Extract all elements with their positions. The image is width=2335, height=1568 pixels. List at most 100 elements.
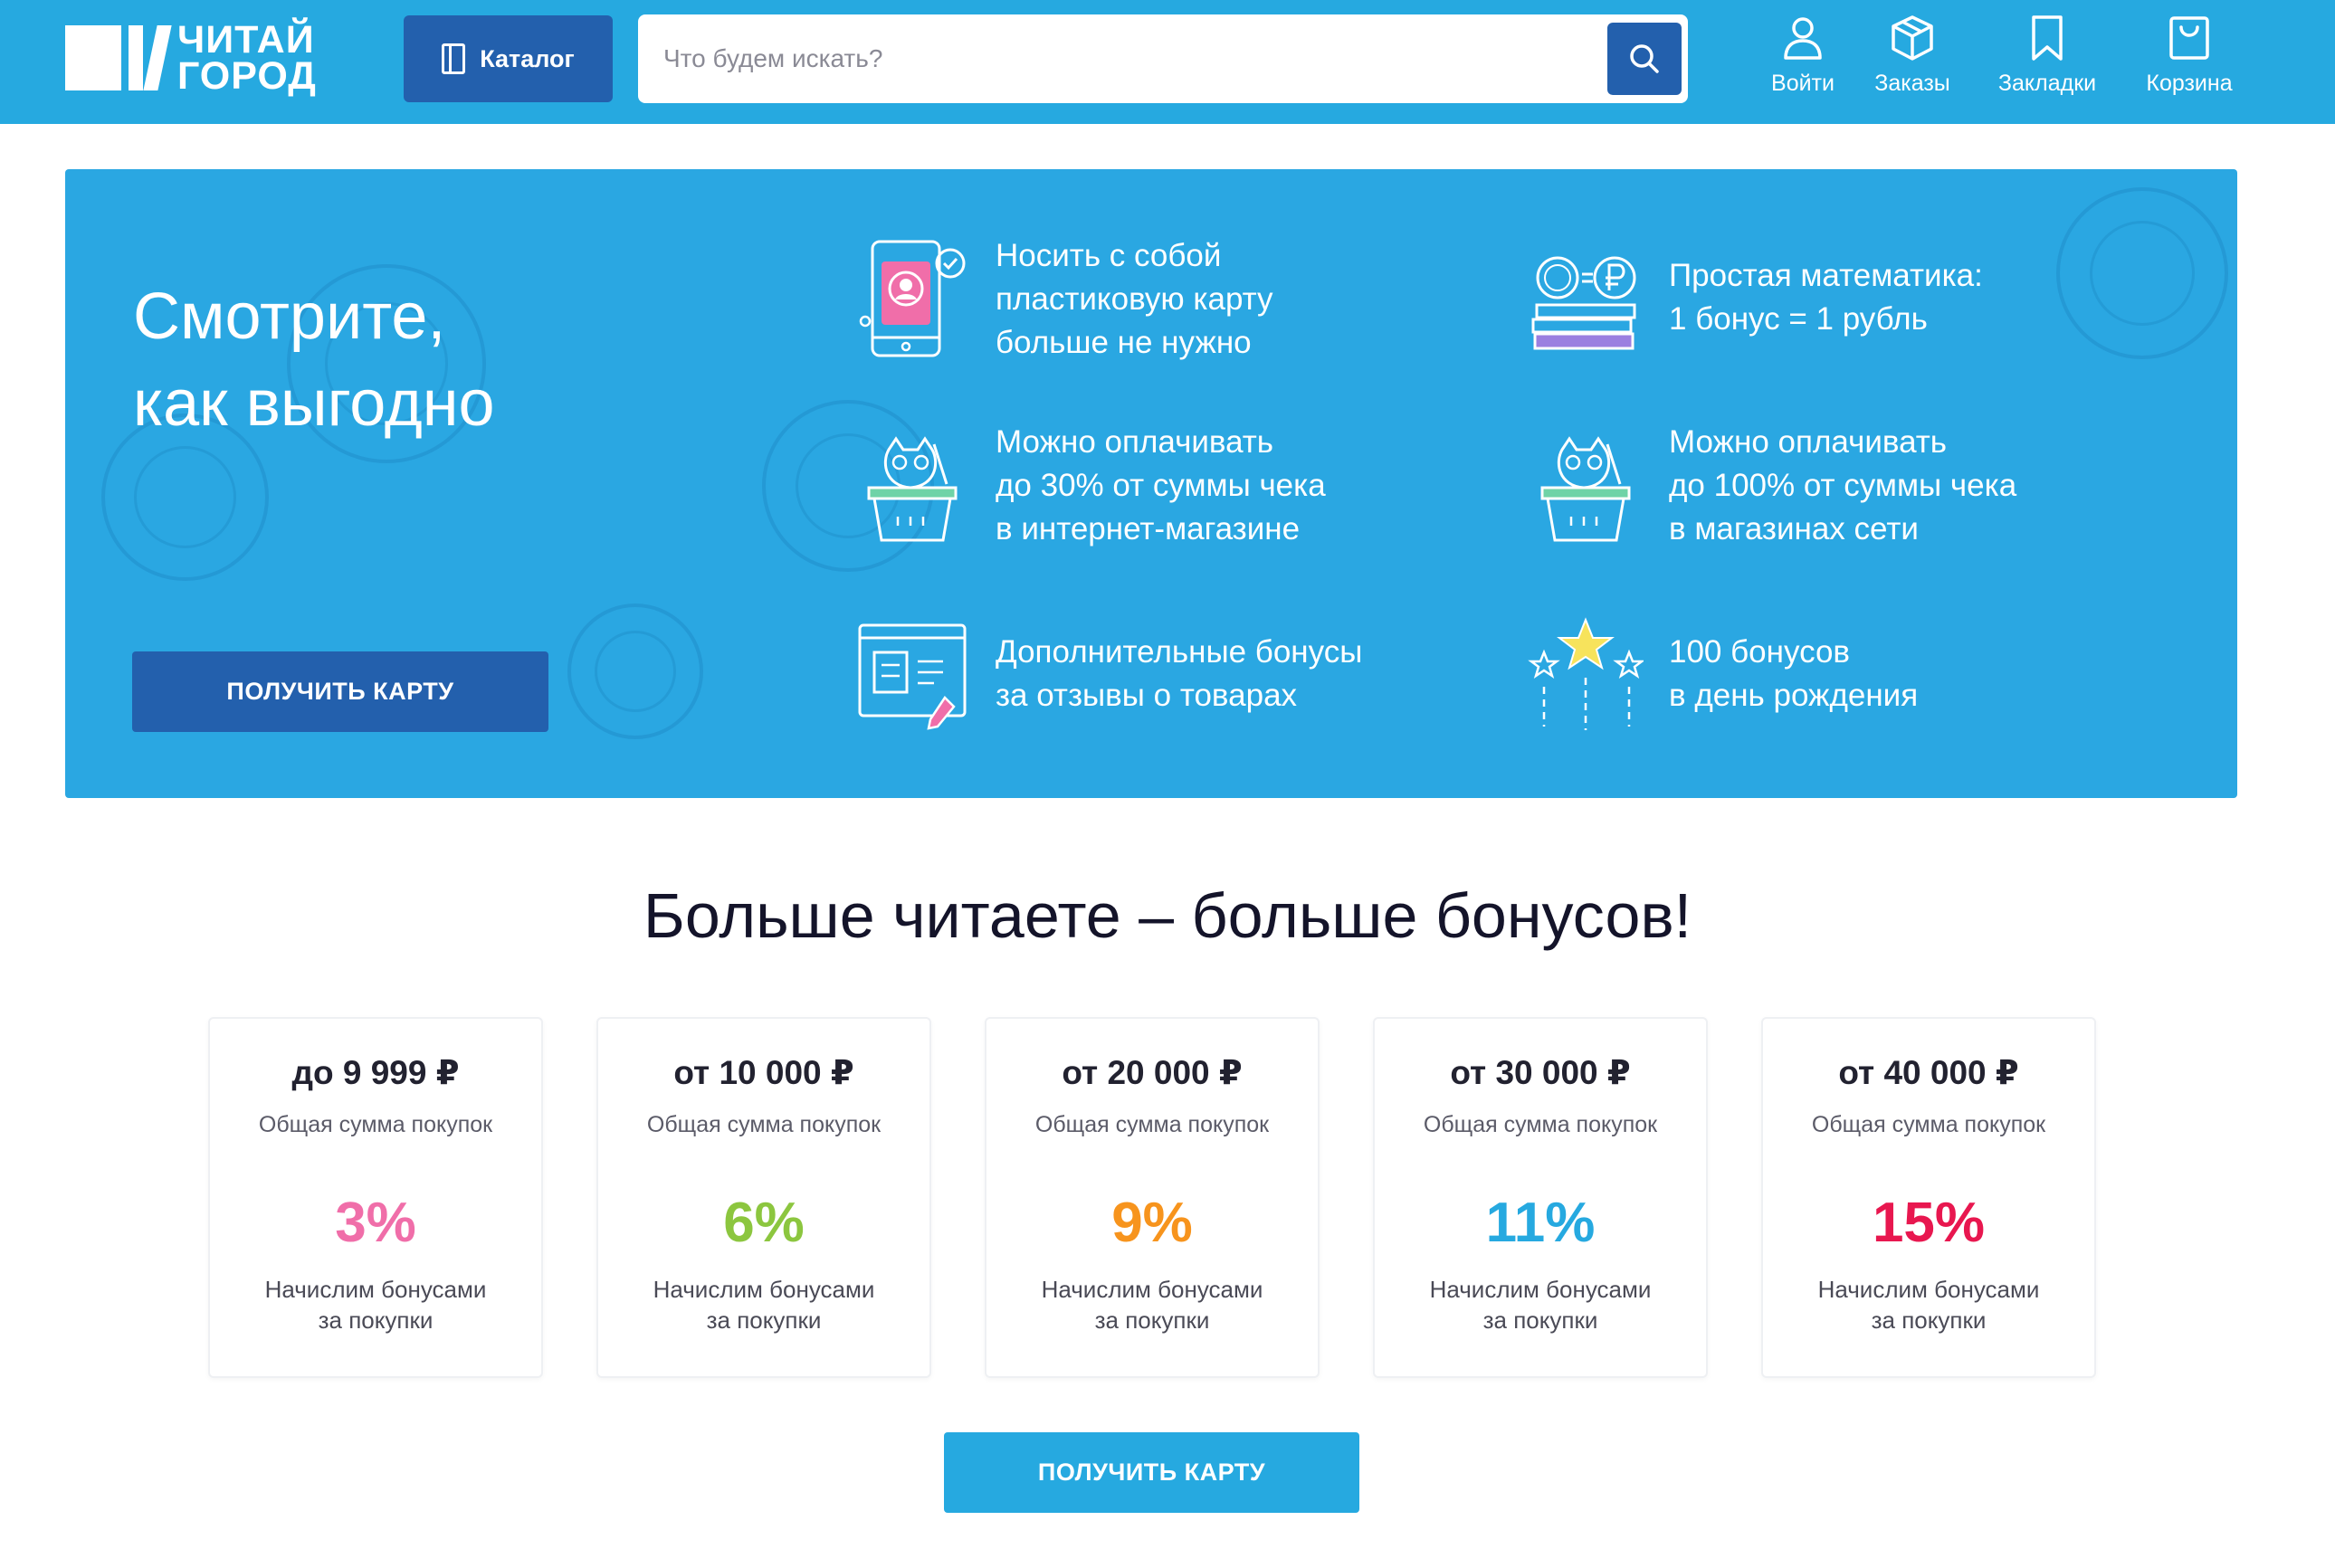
benefit-line: до 100% от суммы чека [1669, 468, 2017, 503]
benefit-text: 100 бонусов в день рождения [1669, 631, 1918, 717]
search-input[interactable] [663, 14, 1587, 103]
benefit-reviews: Дополнительные бонусы за отзывы о товара… [853, 611, 1362, 737]
coin-ruble-books-icon [1531, 256, 1636, 350]
bonus-tier-card: от 40 000 ₽ Общая сумма покупок 15% Начи… [1761, 1017, 2096, 1378]
tier-subtitle: Общая сумма покупок [1811, 1112, 2046, 1137]
promo-title-line-1: Смотрите, [133, 280, 446, 353]
bonus-tier-card: от 30 000 ₽ Общая сумма покупок 11% Начи… [1373, 1017, 1708, 1378]
benefit-line: Можно оплачивать [996, 424, 1274, 460]
tier-desc-line: Начислим бонусами [1817, 1276, 2040, 1303]
benefit-simple-math: Простая математика: 1 бонус = 1 рубль [1526, 234, 1983, 361]
get-card-bottom-button[interactable]: ПОЛУЧИТЬ КАРТУ [944, 1432, 1359, 1513]
cart-icon [2169, 16, 2209, 60]
benefit-line: Можно оплачивать [1669, 424, 1948, 460]
nav-orders[interactable]: Заказы [1867, 13, 1958, 110]
nav-login-label: Войти [1771, 71, 1835, 96]
benefit-line: 100 бонусов [1669, 634, 1851, 670]
tier-percent: 9% [1111, 1192, 1193, 1254]
promo-banner: Смотрите, как выгодно ПОЛУЧИТЬ КАРТУ Нос… [65, 169, 2237, 798]
tier-desc-line: за покупки [1094, 1307, 1210, 1334]
book-icon [442, 43, 466, 74]
promo-title-line-2: как выгодно [133, 367, 495, 440]
benefit-line: в магазинах сети [1669, 511, 1919, 546]
logo-line-2: ГОРОД [177, 54, 317, 98]
benefit-line: в интернет-магазине [996, 511, 1301, 546]
bonus-tier-card: до 9 999 ₽ Общая сумма покупок 3% Начисл… [208, 1017, 543, 1378]
benefit-line: за отзывы о товарах [996, 678, 1298, 713]
benefit-line: 1 бонус = 1 рубль [1669, 301, 1928, 337]
user-icon [1784, 17, 1822, 60]
tier-amount: от 10 000 ₽ [673, 1054, 854, 1091]
benefit-text: Можно оплачивать до 30% от суммы чека в … [996, 421, 1326, 551]
tier-percent: 15% [1872, 1192, 1986, 1254]
nav-cart-label: Корзина [2146, 71, 2233, 96]
tier-desc-line: за покупки [1482, 1307, 1598, 1334]
benefit-line: пластиковую карту [996, 281, 1273, 317]
benefit-line: до 30% от суммы чека [996, 468, 1326, 503]
decor-circle [2056, 187, 2228, 359]
benefit-line: Носить с собой [996, 238, 1222, 273]
tier-description: Начислим бонусами за покупки [986, 1274, 1318, 1335]
tier-description: Начислим бонусами за покупки [1375, 1274, 1706, 1335]
search-button[interactable] [1607, 23, 1682, 95]
tier-percent: 6% [723, 1192, 805, 1254]
promo-title: Смотрите, как выгодно [133, 273, 640, 447]
benefit-birthday: 100 бонусов в день рождения [1526, 611, 1918, 737]
tier-desc-line: за покупки [706, 1307, 822, 1334]
search-bar [638, 14, 1688, 103]
tier-subtitle: Общая сумма покупок [258, 1112, 493, 1137]
nav-cart[interactable]: Корзина [2140, 13, 2239, 110]
logo[interactable]: ЧИТАЙ ГОРОД [65, 16, 355, 100]
section-title: Больше читаете – больше бонусов! [643, 880, 1692, 951]
owl-basket-icon [1540, 436, 1631, 542]
benefit-text: Носить с собой пластиковую карту больше … [996, 234, 1273, 365]
tier-desc-line: Начислим бонусами [653, 1276, 875, 1303]
tier-description: Начислим бонусами за покупки [598, 1274, 929, 1335]
site-header: ЧИТАЙ ГОРОД Каталог Войти Заказы [0, 0, 2335, 124]
phone-card-icon [859, 240, 966, 357]
benefit-stores-100: Можно оплачивать до 100% от суммы чека в… [1526, 421, 2016, 551]
nav-bookmarks-label: Закладки [1997, 71, 2097, 96]
benefit-line: в день рождения [1669, 678, 1919, 713]
tier-amount: от 40 000 ₽ [1838, 1054, 2019, 1091]
benefit-online-30: Можно оплачивать до 30% от суммы чека в … [853, 421, 1326, 551]
tier-amount: от 20 000 ₽ [1062, 1054, 1243, 1091]
tier-desc-line: Начислим бонусами [1041, 1276, 1263, 1303]
decor-circle [567, 603, 703, 739]
bonus-tier-card: от 20 000 ₽ Общая сумма покупок 9% Начис… [985, 1017, 1320, 1378]
benefit-line: больше не нужно [996, 325, 1252, 360]
tier-description: Начислим бонусами за покупки [210, 1274, 541, 1335]
tier-percent: 11% [1485, 1192, 1596, 1254]
stars-icon [1528, 617, 1644, 730]
nav-login[interactable]: Войти [1759, 13, 1846, 110]
benefit-line: Простая математика: [1669, 258, 1983, 293]
box-icon [1892, 15, 1933, 61]
benefit-line: Дополнительные бонусы [996, 634, 1363, 670]
tier-amount: от 30 000 ₽ [1450, 1054, 1631, 1091]
catalog-button[interactable]: Каталог [404, 15, 613, 102]
logo-mark-icon [65, 25, 172, 90]
tier-desc-line: Начислим бонусами [1429, 1276, 1652, 1303]
logo-text: ЧИТАЙ ГОРОД [177, 18, 317, 98]
benefit-no-plastic-card: Носить с собой пластиковую карту больше … [853, 234, 1273, 365]
review-form-icon [858, 623, 967, 730]
benefit-text: Простая математика: 1 бонус = 1 рубль [1669, 254, 1983, 341]
tier-subtitle: Общая сумма покупок [646, 1112, 882, 1137]
bookmark-icon [2032, 15, 2063, 61]
nav-bookmarks[interactable]: Закладки [1991, 13, 2103, 110]
tier-percent: 3% [335, 1192, 416, 1254]
nav-orders-label: Заказы [1874, 71, 1950, 96]
logo-line-1: ЧИТАЙ [177, 18, 315, 62]
get-card-button[interactable]: ПОЛУЧИТЬ КАРТУ [132, 651, 548, 732]
owl-basket-icon [867, 436, 958, 542]
tier-subtitle: Общая сумма покупок [1034, 1112, 1270, 1137]
benefit-text: Можно оплачивать до 100% от суммы чека в… [1669, 421, 2016, 551]
catalog-label: Каталог [480, 44, 575, 72]
tier-description: Начислим бонусами за покупки [1763, 1274, 2094, 1335]
tier-amount: до 9 999 ₽ [291, 1054, 460, 1091]
tier-desc-line: Начислим бонусами [264, 1276, 487, 1303]
tier-desc-line: за покупки [318, 1307, 434, 1334]
search-icon [1630, 44, 1659, 73]
benefit-text: Дополнительные бонусы за отзывы о товара… [996, 631, 1362, 717]
tier-desc-line: за покупки [1871, 1307, 1987, 1334]
